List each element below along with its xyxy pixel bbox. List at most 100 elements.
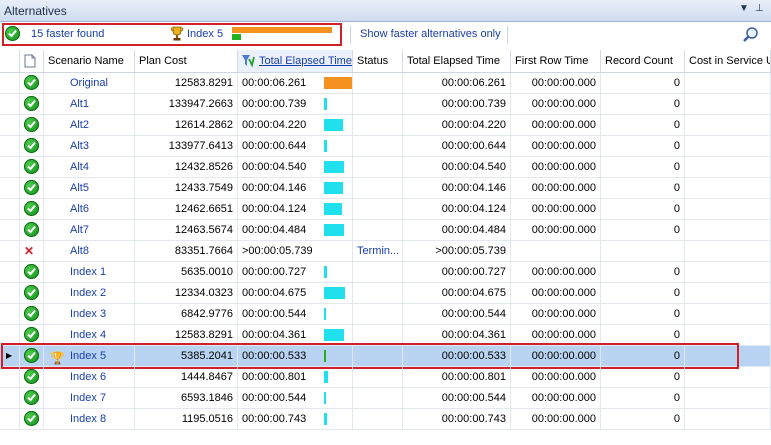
elapsed-bar [324, 182, 343, 194]
table-row[interactable]: Index 7 6593.1846 00:00:00.544 00:00:00.544… [0, 388, 771, 409]
elapsed-time-with-bar: 00:00:00.544 [238, 388, 353, 408]
cost-in-service-value [685, 409, 771, 429]
scenario-name-link[interactable]: Index 4 [70, 329, 106, 341]
count-value: 0 [601, 325, 685, 345]
panel-title: Alternatives [4, 4, 67, 18]
table-row[interactable]: Index 3 6842.9776 00:00:00.544 00:00:00.544… [0, 304, 771, 325]
scenario-name-link[interactable]: Alt3 [70, 140, 89, 152]
cost-value: 6842.9776 [135, 304, 238, 324]
elapsed-time-value: 00:00:04.675 [242, 287, 307, 299]
header-scenario-name[interactable]: Scenario Name [44, 50, 135, 72]
table-row[interactable]: Alt7 12463.5674 00:00:04.484 00:00:04.484 00… [0, 220, 771, 241]
scenario-name: Alt6 [44, 199, 135, 219]
scenario-name: Index 6 [44, 367, 135, 387]
status-value [353, 304, 403, 324]
elapsed-time-with-bar: 00:00:04.146 [238, 178, 353, 198]
count-value: 0 [601, 157, 685, 177]
scenario-name-link[interactable]: Index 8 [70, 413, 106, 425]
terminated-icon: ✕ [24, 244, 35, 258]
elapsed-time-value: 00:00:00.727 [242, 266, 307, 278]
scenario-name-link[interactable]: Index 3 [70, 308, 106, 320]
header-first-row-time[interactable]: First Row Time [511, 50, 601, 72]
status-value [353, 94, 403, 114]
scenario-name: Original [44, 73, 135, 93]
cost-value: 12463.5674 [135, 220, 238, 240]
scenario-name-link[interactable]: Alt1 [70, 98, 89, 110]
count-value: 0 [601, 262, 685, 282]
status-value [353, 199, 403, 219]
best-alternative-bar [232, 34, 241, 40]
dropdown-arrow-icon[interactable]: ▼ [739, 3, 749, 14]
header-total-elapsed-sorted[interactable]: Total Elapsed Time [238, 50, 353, 72]
header-total-elapsed[interactable]: Total Elapsed Time [403, 50, 511, 72]
scenario-name-link[interactable]: Alt8 [70, 245, 89, 257]
table-row[interactable]: Original 12583.8291 00:00:06.261 00:00:06.2… [0, 73, 771, 94]
table-row[interactable]: Alt5 12433.7549 00:00:04.146 00:00:04.146 00… [0, 178, 771, 199]
show-faster-only-link[interactable]: Show faster alternatives only [360, 28, 501, 40]
status-value [353, 283, 403, 303]
elapsed2-value: 00:00:00.801 [403, 367, 511, 387]
elapsed-bar [324, 224, 344, 236]
header-record-count[interactable]: Record Count [601, 50, 685, 72]
elapsed2-value: 00:00:06.261 [403, 73, 511, 93]
scenario-name-link[interactable]: Alt7 [70, 224, 89, 236]
scenario-name-link[interactable]: Index 2 [70, 287, 106, 299]
cost-in-service-value [685, 262, 771, 282]
scenario-name-link[interactable]: Index 7 [70, 392, 106, 404]
elapsed-bar [324, 119, 343, 131]
elapsed2-value: 00:00:00.743 [403, 409, 511, 429]
elapsed-time-with-bar: 00:00:04.361 [238, 325, 353, 345]
table-row[interactable]: Index 2 12334.0323 00:00:04.675 00:00:04.67… [0, 283, 771, 304]
count-value: 0 [601, 178, 685, 198]
scenario-name-link[interactable]: Index 6 [70, 371, 106, 383]
header-icon-column[interactable] [20, 50, 44, 72]
elapsed-time-with-bar: 00:00:04.220 [238, 115, 353, 135]
elapsed-time-value: >00:00:05.739 [242, 245, 313, 257]
toolbar: 15 faster found Index 5 Show faster alte… [0, 22, 771, 50]
first-value: 00:00:00.000 [511, 409, 601, 429]
cost-value: 12334.0323 [135, 283, 238, 303]
table-row[interactable]: ✕ Alt8 83351.7664 >00:00:05.739 Termin... >00… [0, 241, 771, 262]
pin-icon[interactable]: ⊥ [755, 3, 764, 14]
table-row[interactable]: Index 8 1195.0516 00:00:00.743 00:00:00.743… [0, 409, 771, 430]
header-plan-cost[interactable]: Plan Cost [135, 50, 238, 72]
count-value [601, 241, 685, 261]
zoom-search-icon[interactable] [742, 26, 760, 47]
check-icon [24, 285, 39, 300]
elapsed-bar [324, 203, 342, 215]
first-value: 00:00:00.000 [511, 220, 601, 240]
elapsed-bar [324, 77, 352, 89]
row-indicator [0, 304, 20, 324]
faster-found-text[interactable]: 15 faster found [31, 28, 104, 40]
table-row[interactable]: Alt6 12462.6651 00:00:04.124 00:00:04.124 00… [0, 199, 771, 220]
scenario-name-link[interactable]: Alt4 [70, 161, 89, 173]
elapsed-time-value: 00:00:04.484 [242, 224, 307, 236]
table-row[interactable]: Alt4 12432.8526 00:00:04.540 00:00:04.540 00… [0, 157, 771, 178]
scenario-name-link[interactable]: Alt6 [70, 203, 89, 215]
header-status[interactable]: Status [353, 50, 403, 72]
scenario-name-link[interactable]: Index 1 [70, 266, 106, 278]
count-value: 0 [601, 136, 685, 156]
cost-in-service-value [685, 199, 771, 219]
table-row[interactable]: Alt3 133977.6413 00:00:00.644 00:00:00.644 0… [0, 136, 771, 157]
cost-in-service-value [685, 241, 771, 261]
scenario-name-link[interactable]: Alt5 [70, 182, 89, 194]
scenario-name-link[interactable]: Alt2 [70, 119, 89, 131]
table-row[interactable]: Alt2 12614.2862 00:00:04.220 00:00:04.220 00… [0, 115, 771, 136]
count-value: 0 [601, 115, 685, 135]
table-row[interactable]: Alt1 133947.2663 00:00:00.739 00:00:00.739 0… [0, 94, 771, 115]
elapsed-time-value: 00:00:06.261 [242, 77, 307, 89]
count-value: 0 [601, 94, 685, 114]
cost-in-service-value [685, 178, 771, 198]
table-row[interactable]: Index 1 5635.0010 00:00:00.727 00:00:00.727… [0, 262, 771, 283]
elapsed-time-with-bar: 00:00:00.544 [238, 304, 353, 324]
first-value: 00:00:00.000 [511, 283, 601, 303]
header-cost-in-service[interactable]: Cost in Service U [685, 50, 771, 72]
row-indicator [0, 283, 20, 303]
grid-header: Scenario Name Plan Cost Total Elapsed Ti… [0, 50, 771, 73]
elapsed-time-with-bar: 00:00:04.540 [238, 157, 353, 177]
scenario-name-link[interactable]: Original [70, 77, 108, 89]
best-alternative-link[interactable]: Index 5 [187, 28, 223, 40]
table-row[interactable]: Index 6 1444.8467 00:00:00.801 00:00:00.801… [0, 367, 771, 388]
elapsed-bar [324, 287, 345, 299]
